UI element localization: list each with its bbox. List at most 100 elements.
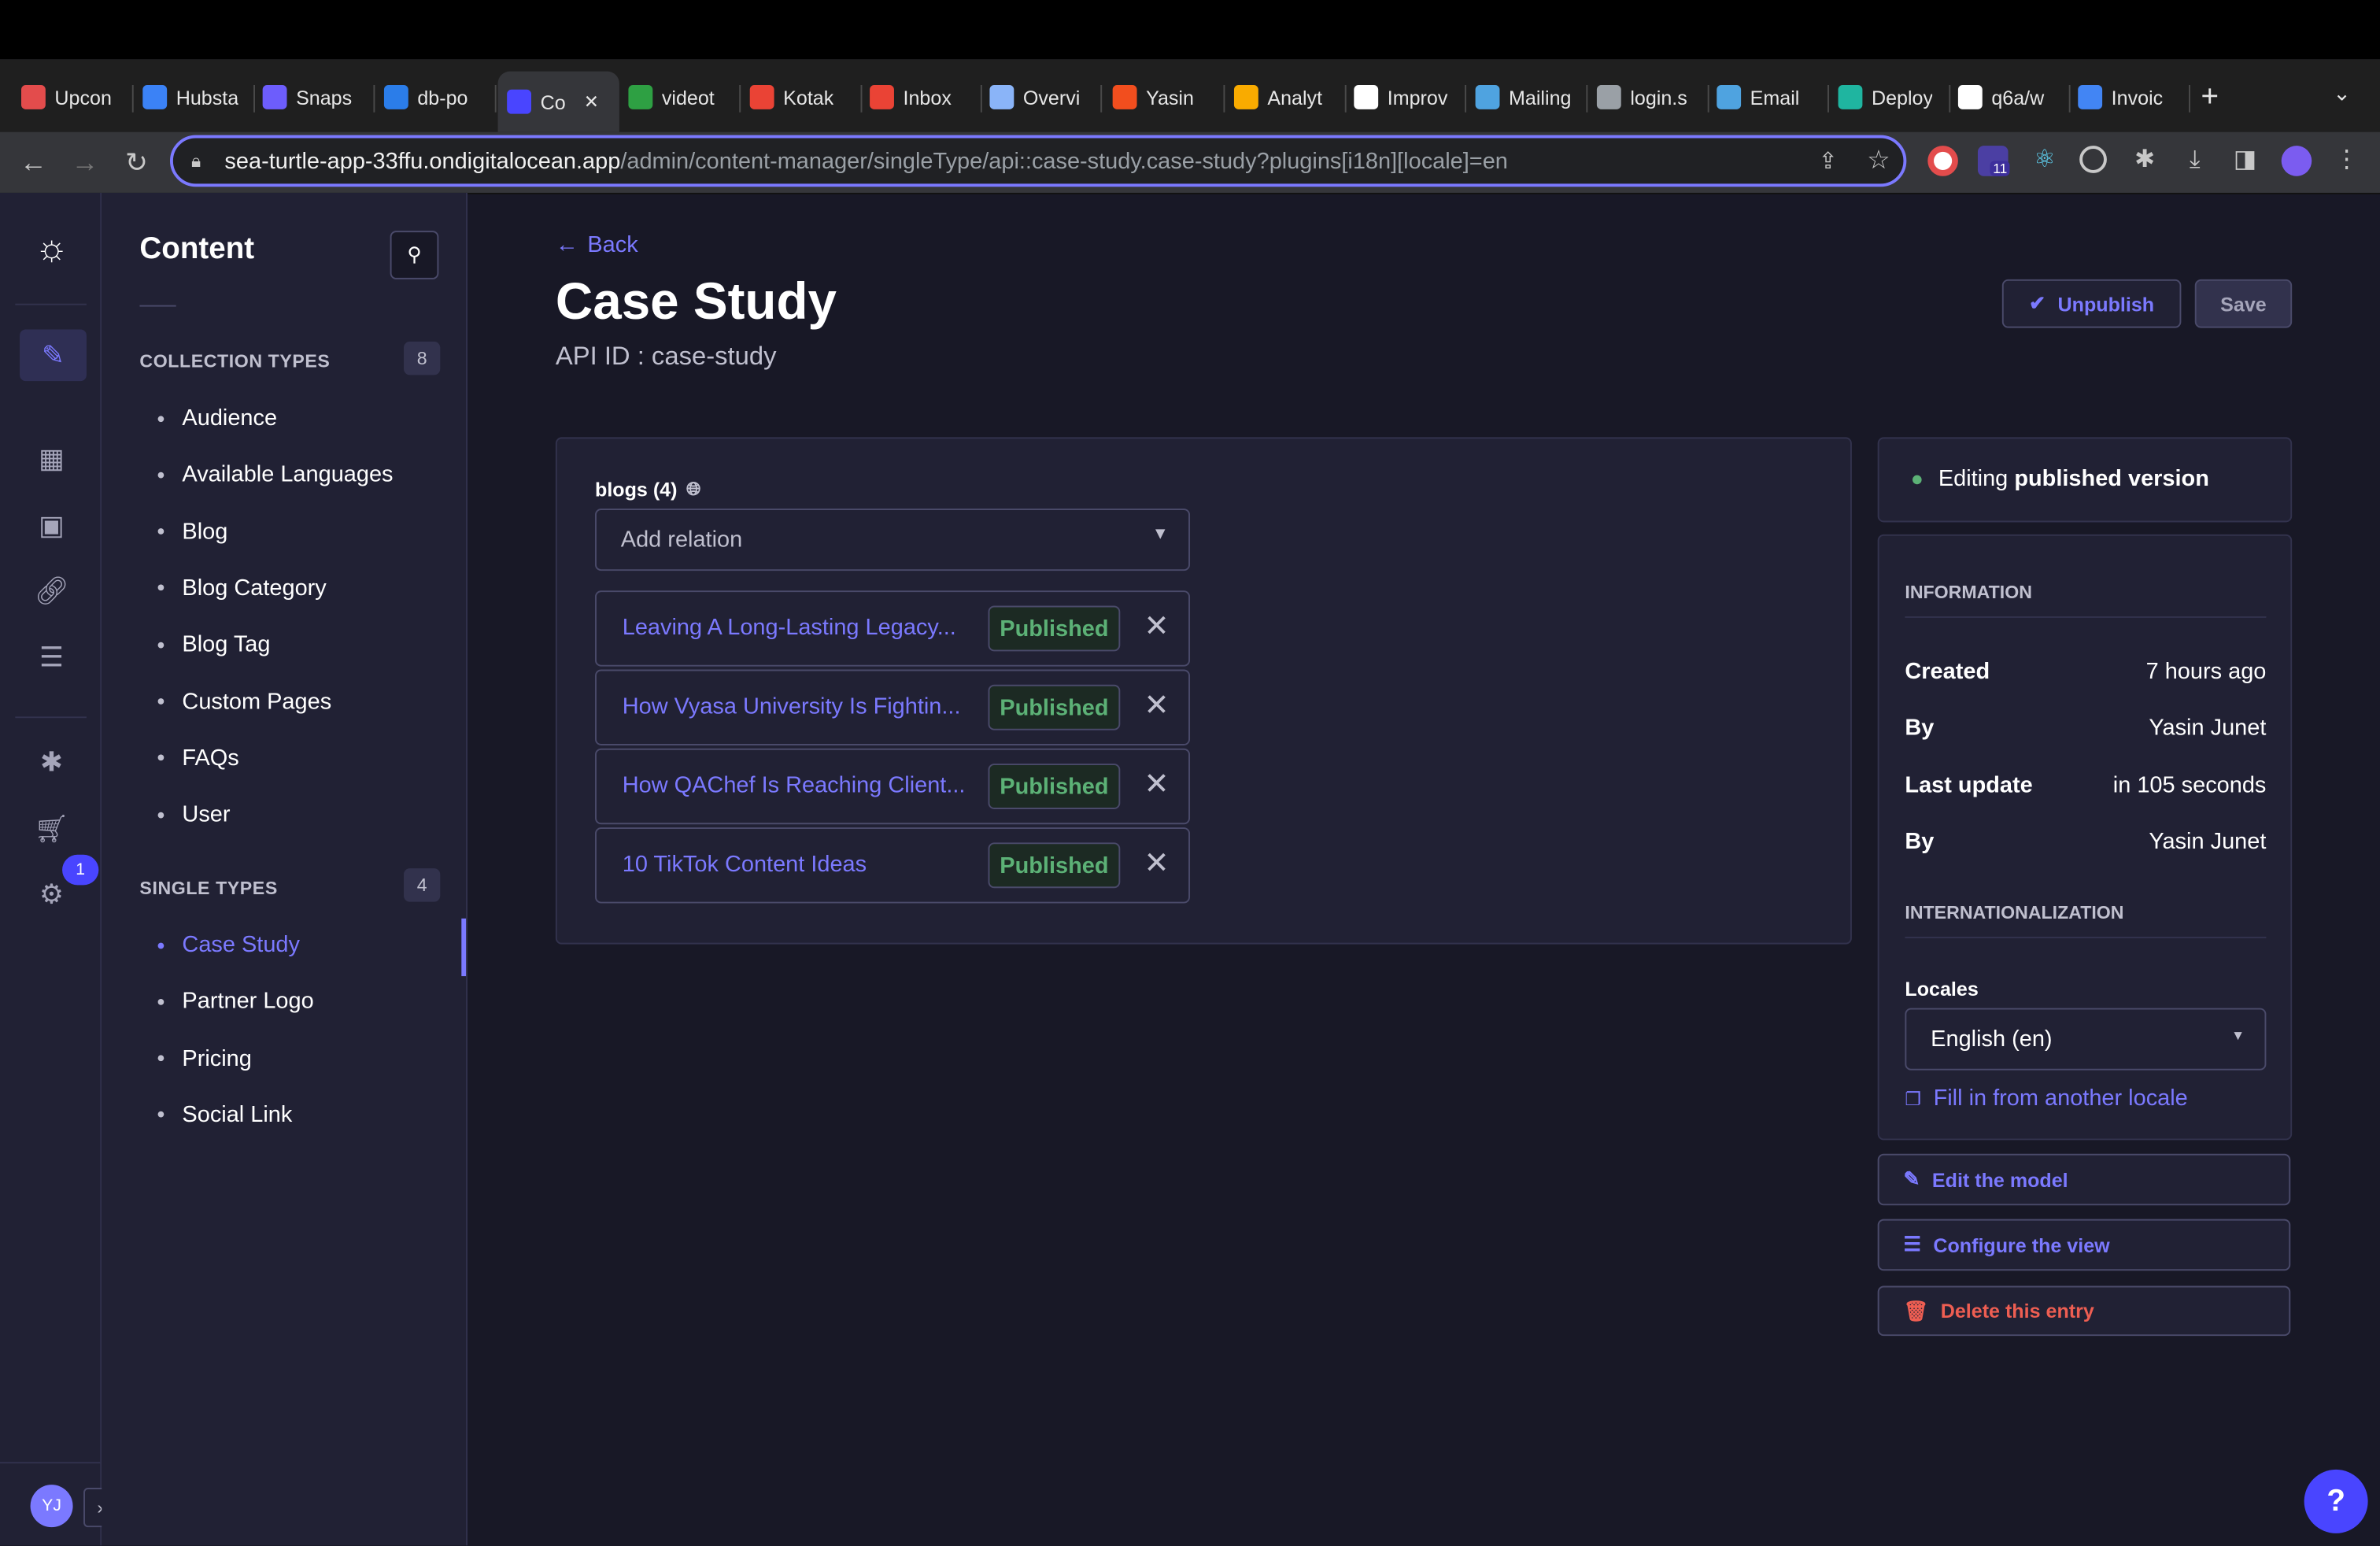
- browser-tab[interactable]: q6a/w: [1949, 72, 2071, 124]
- tab-favicon-icon: [142, 85, 168, 109]
- locale-select[interactable]: English (en) ▼: [1905, 1008, 2267, 1071]
- information-header: INFORMATION: [1905, 581, 2032, 603]
- browser-tab[interactable]: Yasin: [1103, 72, 1225, 124]
- nav-item-label: User: [182, 801, 231, 828]
- extension-icon[interactable]: [2079, 146, 2107, 173]
- remove-relation-close-icon[interactable]: ✕: [1140, 768, 1173, 801]
- puzzle-icon[interactable]: ✱: [2130, 146, 2160, 176]
- fill-in-locale-link[interactable]: ❐ Fill in from another locale: [1905, 1086, 2187, 1111]
- nav-item[interactable]: User: [157, 801, 231, 828]
- bookmark-star-icon[interactable]: ☆: [1867, 146, 1890, 176]
- sub-nav-search-button[interactable]: ⚲: [390, 231, 439, 279]
- browser-tab[interactable]: Kotak: [741, 72, 863, 124]
- tab-favicon-icon: [1112, 85, 1137, 109]
- relation-label-wrap: blogs (4) 🌐︎: [595, 479, 701, 501]
- unpublish-button[interactable]: ✔ Unpublish: [2001, 279, 2182, 328]
- content-manager-icon[interactable]: ✎: [20, 329, 87, 382]
- url-path: /admin/content-manager/singleType/api::c…: [620, 148, 1508, 174]
- edit-model-button[interactable]: ✎ Edit the model: [1877, 1153, 2291, 1206]
- info-row: Last update in 105 seconds: [1905, 772, 2266, 798]
- remove-relation-close-icon[interactable]: ✕: [1140, 610, 1173, 643]
- save-button[interactable]: Save: [2194, 279, 2293, 328]
- editing-status-card: Editing published version: [1877, 437, 2293, 523]
- browser-tab[interactable]: Co ✕: [497, 71, 619, 132]
- remove-relation-close-icon[interactable]: ✕: [1140, 847, 1173, 880]
- nav-item[interactable]: Pricing: [157, 1045, 252, 1071]
- nav-item[interactable]: Blog Tag: [157, 631, 271, 658]
- browser-tab[interactable]: Email: [1708, 72, 1829, 124]
- download-icon[interactable]: ⤓: [2179, 146, 2210, 176]
- react-devtools-icon[interactable]: ⚛: [2030, 146, 2060, 176]
- nav-item[interactable]: Partner Logo: [157, 989, 314, 1015]
- back-arrow-icon[interactable]: ←: [15, 144, 51, 180]
- remove-relation-close-icon[interactable]: ✕: [1140, 690, 1173, 723]
- help-button[interactable]: ?: [2304, 1469, 2368, 1533]
- title-underline: [139, 305, 176, 307]
- browser-tab[interactable]: db-po: [375, 72, 497, 124]
- side-panel-icon[interactable]: ◨: [2230, 146, 2260, 176]
- collection-types-header[interactable]: COLLECTION TYPES: [139, 351, 330, 372]
- app-logo-icon[interactable]: ☼: [26, 224, 78, 276]
- nav-item[interactable]: Custom Pages: [157, 689, 331, 714]
- extension-icon[interactable]: 11: [1977, 146, 2011, 176]
- nav-item-label: Audience: [182, 405, 278, 431]
- add-relation-select[interactable]: Add relation ▼: [595, 509, 1191, 571]
- nav-item-label: Available Languages: [182, 461, 394, 488]
- browser-tab[interactable]: Deploy: [1829, 72, 1951, 124]
- tab-label: Invoic: [2111, 85, 2164, 109]
- lock-icon: 🔒︎: [191, 150, 201, 172]
- link-icon[interactable]: 🔗︎: [31, 569, 73, 612]
- browser-tab[interactable]: Mailing: [1466, 72, 1588, 124]
- relation-link[interactable]: How Vyasa University Is Fightin...: [623, 693, 961, 719]
- forward-arrow-icon[interactable]: →: [67, 144, 103, 180]
- close-tab-icon[interactable]: ✕: [584, 91, 599, 113]
- browser-tab[interactable]: login.s: [1587, 72, 1709, 124]
- tab-search-chevron-icon[interactable]: ⌄: [2333, 80, 2351, 106]
- single-types-header[interactable]: SINGLE TYPES: [139, 878, 277, 899]
- relation-link[interactable]: Leaving A Long-Lasting Legacy...: [623, 615, 956, 641]
- media-library-icon[interactable]: ▣: [31, 504, 73, 546]
- nav-item[interactable]: Audience: [157, 405, 278, 431]
- content-type-builder-icon[interactable]: ▦: [31, 437, 73, 479]
- browser-tab[interactable]: Upcon: [12, 72, 134, 124]
- nav-item[interactable]: Case Study: [157, 932, 300, 958]
- nav-item[interactable]: FAQs: [157, 745, 239, 771]
- nav-item[interactable]: Available Languages: [157, 461, 394, 488]
- tab-label: Snaps: [296, 85, 353, 109]
- browser-tab[interactable]: Snaps: [253, 72, 375, 124]
- info-row: By Yasin Junet: [1905, 829, 2266, 855]
- edit-model-label: Edit the model: [1931, 1168, 2068, 1191]
- extension-icon[interactable]: [1927, 146, 1958, 176]
- browser-tab[interactable]: Inbox: [861, 72, 982, 124]
- plugins-puzzle-icon[interactable]: ✱: [31, 741, 73, 783]
- nav-item-label: Blog Tag: [182, 631, 271, 658]
- nav-item[interactable]: Blog: [157, 519, 227, 545]
- browser-tab[interactable]: Invoic: [2069, 72, 2190, 124]
- profile-avatar-icon[interactable]: [2281, 146, 2312, 176]
- browser-tab[interactable]: videot: [619, 72, 741, 124]
- relation-row: How QAChef Is Reaching Client... Publishe…: [595, 748, 1191, 825]
- nav-item[interactable]: Social Link: [157, 1102, 292, 1128]
- new-tab-button[interactable]: +: [2201, 80, 2219, 115]
- browser-tab[interactable]: Improv: [1345, 72, 1467, 124]
- configure-view-label: Configure the view: [1933, 1233, 2110, 1256]
- relation-link[interactable]: 10 TikTok Content Ideas: [623, 852, 867, 878]
- bullet-dot: [157, 998, 164, 1005]
- share-icon[interactable]: ⇪: [1818, 147, 1837, 175]
- user-avatar[interactable]: YJ: [30, 1485, 73, 1528]
- reload-icon[interactable]: ↻: [118, 144, 154, 180]
- back-link[interactable]: ← Back: [556, 232, 638, 258]
- tab-separator: [2189, 85, 2190, 113]
- list-icon[interactable]: ☰: [31, 636, 73, 679]
- nav-item[interactable]: Blog Category: [157, 575, 327, 601]
- browser-tab[interactable]: Analyt: [1225, 72, 1347, 124]
- relation-link[interactable]: How QAChef Is Reaching Client...: [623, 773, 966, 799]
- browser-tab[interactable]: Overvi: [981, 72, 1103, 124]
- more-menu-icon[interactable]: ⋮: [2331, 146, 2362, 176]
- configure-view-button[interactable]: ☰ Configure the view: [1877, 1219, 2291, 1271]
- url-field[interactable]: 🔒︎ sea-turtle-app-33ffu.ondigitalocean.a…: [170, 135, 1907, 187]
- marketplace-cart-icon[interactable]: 🛒︎: [31, 808, 73, 850]
- delete-entry-button[interactable]: 🗑︎ Delete this entry: [1877, 1285, 2291, 1337]
- browser-tab[interactable]: Hubsta: [134, 72, 256, 124]
- tab-separator: [1100, 85, 1103, 113]
